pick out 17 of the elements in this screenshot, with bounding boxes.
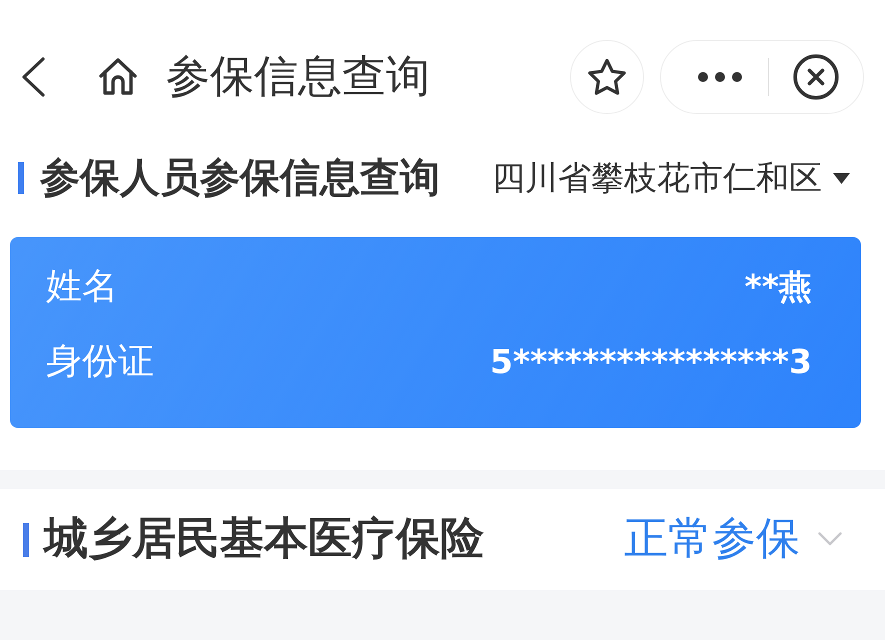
section-title: 参保人员参保信息查询 — [40, 154, 440, 202]
insurance-title: 城乡居民基本医疗保险 — [44, 513, 484, 566]
star-icon — [587, 58, 627, 96]
home-icon[interactable] — [98, 57, 138, 97]
caret-icon — [833, 172, 850, 184]
page-title: 参保信息查询 — [166, 50, 430, 104]
accent-bar — [23, 522, 29, 556]
field-label: 身份证 — [46, 340, 154, 384]
field-value: **燕 — [744, 266, 812, 306]
more-icon — [698, 72, 742, 82]
close-icon — [792, 54, 839, 100]
field-value: 5****************3 — [490, 342, 812, 382]
region-dropdown[interactable]: 四川省攀枝花市仁和区 — [492, 158, 850, 198]
status-toggle[interactable]: 正常参保 — [624, 513, 842, 566]
accent-bar — [18, 162, 24, 194]
field-label: 姓名 — [46, 264, 118, 308]
back-icon[interactable] — [20, 57, 46, 97]
